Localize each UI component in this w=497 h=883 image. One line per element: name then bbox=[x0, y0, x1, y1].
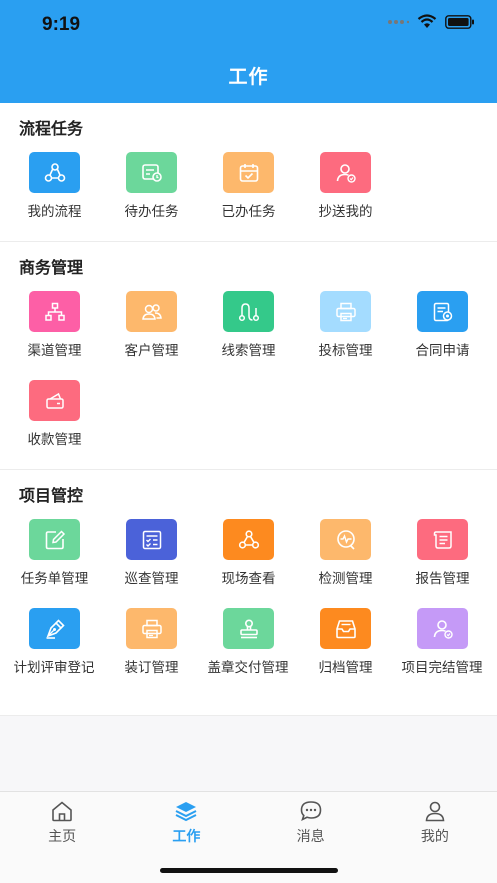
page-title: 工作 bbox=[228, 66, 269, 88]
tab-mine[interactable]: 我的 bbox=[373, 792, 497, 883]
menu-item-project-complete[interactable]: 项目完结管理 bbox=[394, 599, 491, 688]
menu-item-customer[interactable]: 客户管理 bbox=[103, 282, 200, 371]
section-title: 商务管理 bbox=[19, 258, 84, 277]
menu-item-binding[interactable]: 装订管理 bbox=[103, 599, 200, 688]
flow-icon bbox=[29, 152, 80, 193]
archive-icon bbox=[320, 608, 371, 649]
report-icon bbox=[417, 519, 468, 560]
status-icons bbox=[387, 14, 475, 29]
section-title: 项目管控 bbox=[19, 486, 84, 505]
cc-me-icon bbox=[320, 152, 371, 193]
section-business: 商务管理 渠道管理 客户管理 线索管理 投标管理 合同申请 收款管理 bbox=[0, 242, 497, 470]
menu-item-label: 抄送我的 bbox=[318, 204, 373, 220]
clue-icon bbox=[223, 291, 274, 332]
detection-icon bbox=[320, 519, 371, 560]
app-header: 9:19 工作 bbox=[0, 0, 497, 103]
binding-icon bbox=[126, 608, 177, 649]
payment-icon bbox=[29, 380, 80, 421]
menu-item-label: 现场查看 bbox=[221, 571, 276, 587]
menu-item-label: 收款管理 bbox=[27, 432, 82, 448]
menu-item-payment[interactable]: 收款管理 bbox=[6, 371, 103, 460]
wifi-icon bbox=[417, 14, 437, 28]
menu-item-label: 盖章交付管理 bbox=[207, 660, 289, 676]
section-process-tasks: 流程任务 我的流程 待办任务 已办任务 抄送我的 bbox=[0, 103, 497, 242]
tab-home[interactable]: 主页 bbox=[0, 792, 124, 883]
stamp-icon bbox=[223, 608, 274, 649]
work-content: 流程任务 我的流程 待办任务 已办任务 抄送我的 商务管理 渠道管理 客户管理 … bbox=[0, 103, 497, 716]
patrol-icon bbox=[126, 519, 177, 560]
menu-item-label: 我的流程 bbox=[27, 204, 82, 220]
menu-item-label: 合同申请 bbox=[415, 343, 470, 359]
battery-icon bbox=[445, 14, 474, 29]
menu-item-label: 已办任务 bbox=[221, 204, 276, 220]
menu-item-site-view[interactable]: 现场查看 bbox=[200, 510, 297, 599]
project-complete-icon bbox=[417, 608, 468, 649]
layers-icon bbox=[175, 802, 197, 822]
menu-item-plan-review[interactable]: 计划评审登记 bbox=[6, 599, 103, 688]
home-icon bbox=[52, 801, 72, 822]
menu-item-archive[interactable]: 归档管理 bbox=[297, 599, 394, 688]
tab-label: 消息 bbox=[296, 829, 325, 845]
done-task-icon bbox=[223, 152, 274, 193]
chat-icon bbox=[300, 801, 321, 822]
menu-item-contract[interactable]: 合同申请 bbox=[394, 282, 491, 371]
tab-label: 工作 bbox=[172, 829, 201, 845]
menu-item-label: 装订管理 bbox=[124, 660, 179, 676]
plan-review-icon bbox=[29, 608, 80, 649]
menu-item-label: 渠道管理 bbox=[27, 343, 82, 359]
menu-item-clue[interactable]: 线索管理 bbox=[200, 282, 297, 371]
signal-icon bbox=[388, 19, 409, 24]
user-icon bbox=[425, 801, 445, 822]
menu-item-label: 待办任务 bbox=[124, 204, 179, 220]
menu-item-label: 线索管理 bbox=[221, 343, 276, 359]
status-bar: 9:19 bbox=[0, 0, 497, 48]
section-project-control: 项目管控 任务单管理 巡查管理 现场查看 检测管理 报告管理 计划评审登记 装订… bbox=[0, 470, 497, 716]
menu-item-label: 项目完结管理 bbox=[401, 660, 483, 676]
channel-icon bbox=[29, 291, 80, 332]
bid-icon bbox=[320, 291, 371, 332]
menu-item-label: 客户管理 bbox=[124, 343, 179, 359]
section-grid: 渠道管理 客户管理 线索管理 投标管理 合同申请 收款管理 bbox=[0, 282, 497, 460]
menu-item-label: 检测管理 bbox=[318, 571, 373, 587]
menu-item-label: 报告管理 bbox=[415, 571, 470, 587]
customer-icon bbox=[126, 291, 177, 332]
menu-item-label: 任务单管理 bbox=[20, 571, 89, 587]
pending-task-icon bbox=[126, 152, 177, 193]
menu-item-channel[interactable]: 渠道管理 bbox=[6, 282, 103, 371]
menu-item-task-order[interactable]: 任务单管理 bbox=[6, 510, 103, 599]
menu-item-pending-tasks[interactable]: 待办任务 bbox=[103, 143, 200, 232]
menu-item-label: 计划评审登记 bbox=[13, 660, 95, 676]
menu-item-bid[interactable]: 投标管理 bbox=[297, 282, 394, 371]
tab-label: 主页 bbox=[48, 829, 77, 845]
tab-label: 我的 bbox=[420, 829, 449, 845]
menu-item-detection[interactable]: 检测管理 bbox=[297, 510, 394, 599]
section-title: 流程任务 bbox=[19, 119, 84, 138]
menu-item-done-tasks[interactable]: 已办任务 bbox=[200, 143, 297, 232]
menu-item-patrol[interactable]: 巡查管理 bbox=[103, 510, 200, 599]
home-indicator bbox=[160, 868, 338, 873]
menu-item-stamp[interactable]: 盖章交付管理 bbox=[200, 599, 297, 688]
task-order-icon bbox=[29, 519, 80, 560]
menu-item-label: 归档管理 bbox=[318, 660, 373, 676]
menu-item-cc-me[interactable]: 抄送我的 bbox=[297, 143, 394, 232]
menu-item-report[interactable]: 报告管理 bbox=[394, 510, 491, 599]
menu-item-label: 巡查管理 bbox=[124, 571, 179, 587]
menu-item-label: 投标管理 bbox=[318, 343, 373, 359]
section-grid: 我的流程 待办任务 已办任务 抄送我的 bbox=[0, 143, 497, 232]
menu-item-my-flow[interactable]: 我的流程 bbox=[6, 143, 103, 232]
section-grid: 任务单管理 巡查管理 现场查看 检测管理 报告管理 计划评审登记 装订管理 盖章… bbox=[0, 510, 497, 688]
site-view-icon bbox=[223, 519, 274, 560]
contract-icon bbox=[417, 291, 468, 332]
status-time: 9:19 bbox=[42, 14, 81, 35]
